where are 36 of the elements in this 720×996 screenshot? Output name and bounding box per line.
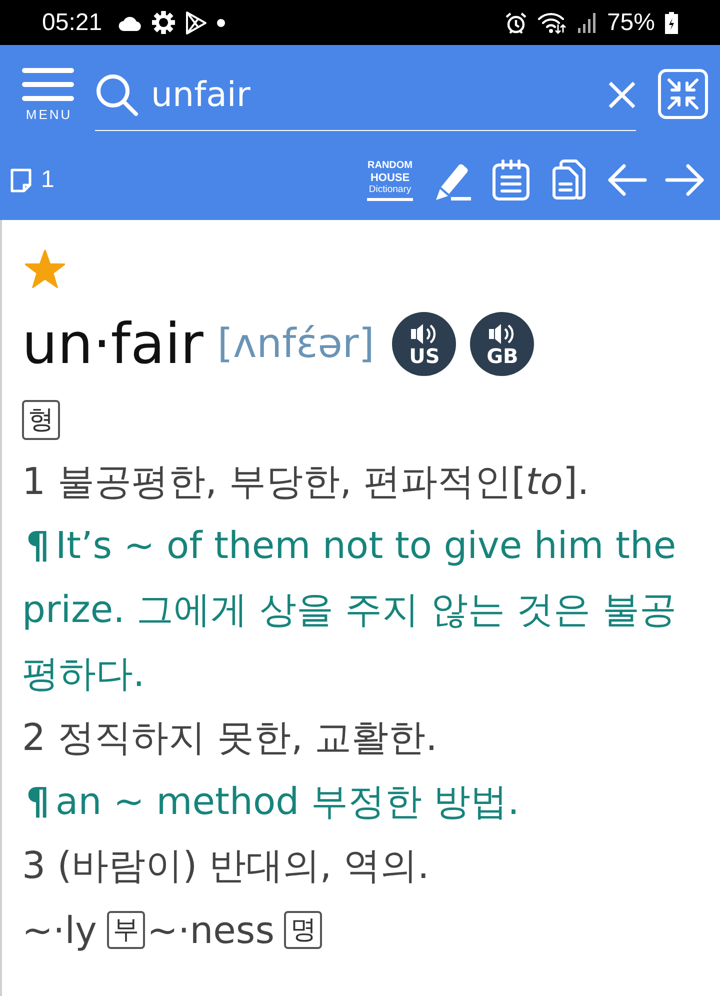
notepad-icon[interactable] <box>491 159 531 201</box>
cloud-icon <box>118 14 142 30</box>
pronunciation-audio-button[interactable]: GB <box>470 312 534 376</box>
part-of-speech-tag: 형 <box>22 400 60 440</box>
part-of-speech-tag: 명 <box>284 911 322 949</box>
close-icon[interactable] <box>608 81 636 109</box>
wifi-icon <box>536 12 567 34</box>
gear-icon <box>152 11 176 34</box>
derived-form: ~·ly <box>22 908 97 952</box>
clock-time: 05:21 <box>42 8 102 36</box>
alarm-icon <box>504 12 527 34</box>
dictionary-logo-button[interactable]: RANDOM HOUSE Dictionary <box>367 160 413 200</box>
pronunciation: [ʌnfɛ́ər] <box>217 321 374 367</box>
search-icon <box>95 73 139 117</box>
battery-icon <box>665 12 678 34</box>
menu-button[interactable]: MENU <box>22 68 74 122</box>
headword: un·fair <box>22 312 204 376</box>
signal-icon <box>576 12 597 34</box>
definition-text: 1 불공평한, 부당한, 편파적인[to]. <box>22 459 590 505</box>
play-icon <box>185 10 208 34</box>
battery-percentage: 75% <box>606 8 655 36</box>
note-count-button[interactable]: 1 <box>10 166 54 194</box>
search-input[interactable]: unfair <box>151 75 608 115</box>
note-icon <box>10 168 32 192</box>
example-sentence: ¶ It’s ~ of them not to give him the prize. 그에게 상을 주지 않는 것은 불공평하다. <box>22 523 678 697</box>
part-of-speech-tag: 부 <box>106 911 145 949</box>
dot-icon <box>217 18 226 26</box>
definition-text: 3 (바람이) 반대의, 역의. <box>22 843 430 889</box>
example-sentence: ¶ an ~ method 부정한 방법. <box>25 779 520 825</box>
star-icon[interactable] <box>25 250 65 288</box>
menu-icon <box>22 68 74 101</box>
definition-text: 2 정직하지 못한, 교활한. <box>22 715 438 761</box>
collapse-button[interactable] <box>658 69 708 119</box>
collapse-arrows-icon <box>667 78 699 110</box>
derived-form: ~·ness <box>146 908 274 952</box>
pronunciation-audio-button[interactable]: US <box>392 312 456 376</box>
